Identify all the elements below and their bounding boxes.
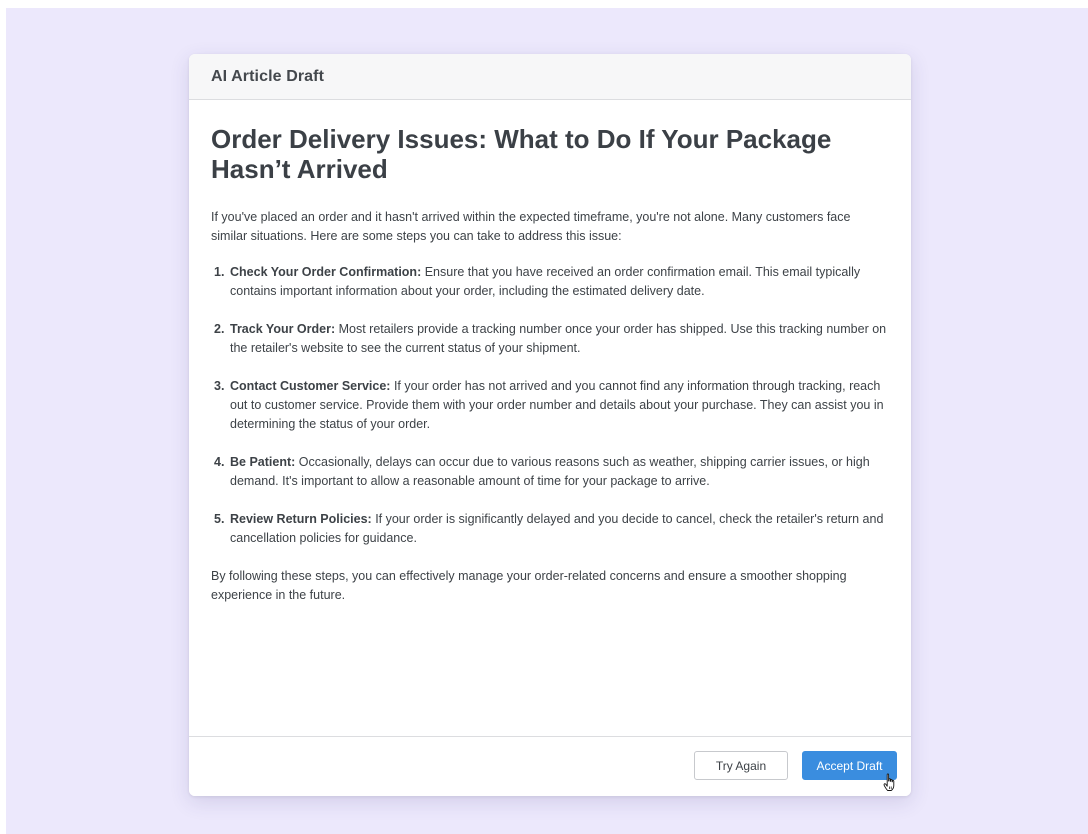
modal-body[interactable]: Order Delivery Issues: What to Do If You…	[189, 101, 911, 737]
step-number: 3.	[214, 379, 225, 393]
step-item: 3. Contact Customer Service: If your ord…	[211, 377, 889, 434]
step-heading: Track Your Order:	[230, 322, 336, 336]
ai-article-draft-modal: AI Article Draft Order Delivery Issues: …	[189, 54, 911, 796]
steps-list: 1. Check Your Order Confirmation: Ensure…	[211, 263, 889, 548]
article-conclusion: By following these steps, you can effect…	[211, 569, 847, 602]
modal-footer: Try Again Accept Draft	[189, 736, 911, 796]
article-title: Order Delivery Issues: What to Do If You…	[211, 124, 832, 184]
step-item: 5. Review Return Policies: If your order…	[211, 510, 889, 548]
step-item: 1. Check Your Order Confirmation: Ensure…	[211, 263, 889, 301]
step-heading: Contact Customer Service:	[230, 379, 391, 393]
modal-title: AI Article Draft	[211, 68, 325, 85]
step-item: 2. Track Your Order: Most retailers prov…	[211, 320, 889, 358]
step-number: 5.	[214, 512, 225, 526]
hand-pointer-icon	[883, 773, 895, 791]
step-heading: Be Patient:	[230, 455, 296, 469]
step-number: 1.	[214, 265, 225, 279]
step-heading: Review Return Policies:	[230, 512, 372, 526]
article-intro: If you've placed an order and it hasn't …	[211, 210, 851, 243]
step-number: 2.	[214, 322, 225, 336]
step-number: 4.	[214, 455, 225, 469]
try-again-button[interactable]: Try Again	[694, 751, 788, 780]
modal-header: AI Article Draft	[189, 54, 911, 100]
step-text: Occasionally, delays can occur due to va…	[230, 455, 870, 488]
step-heading: Check Your Order Confirmation:	[230, 265, 422, 279]
step-item: 4. Be Patient: Occasionally, delays can …	[211, 453, 889, 491]
